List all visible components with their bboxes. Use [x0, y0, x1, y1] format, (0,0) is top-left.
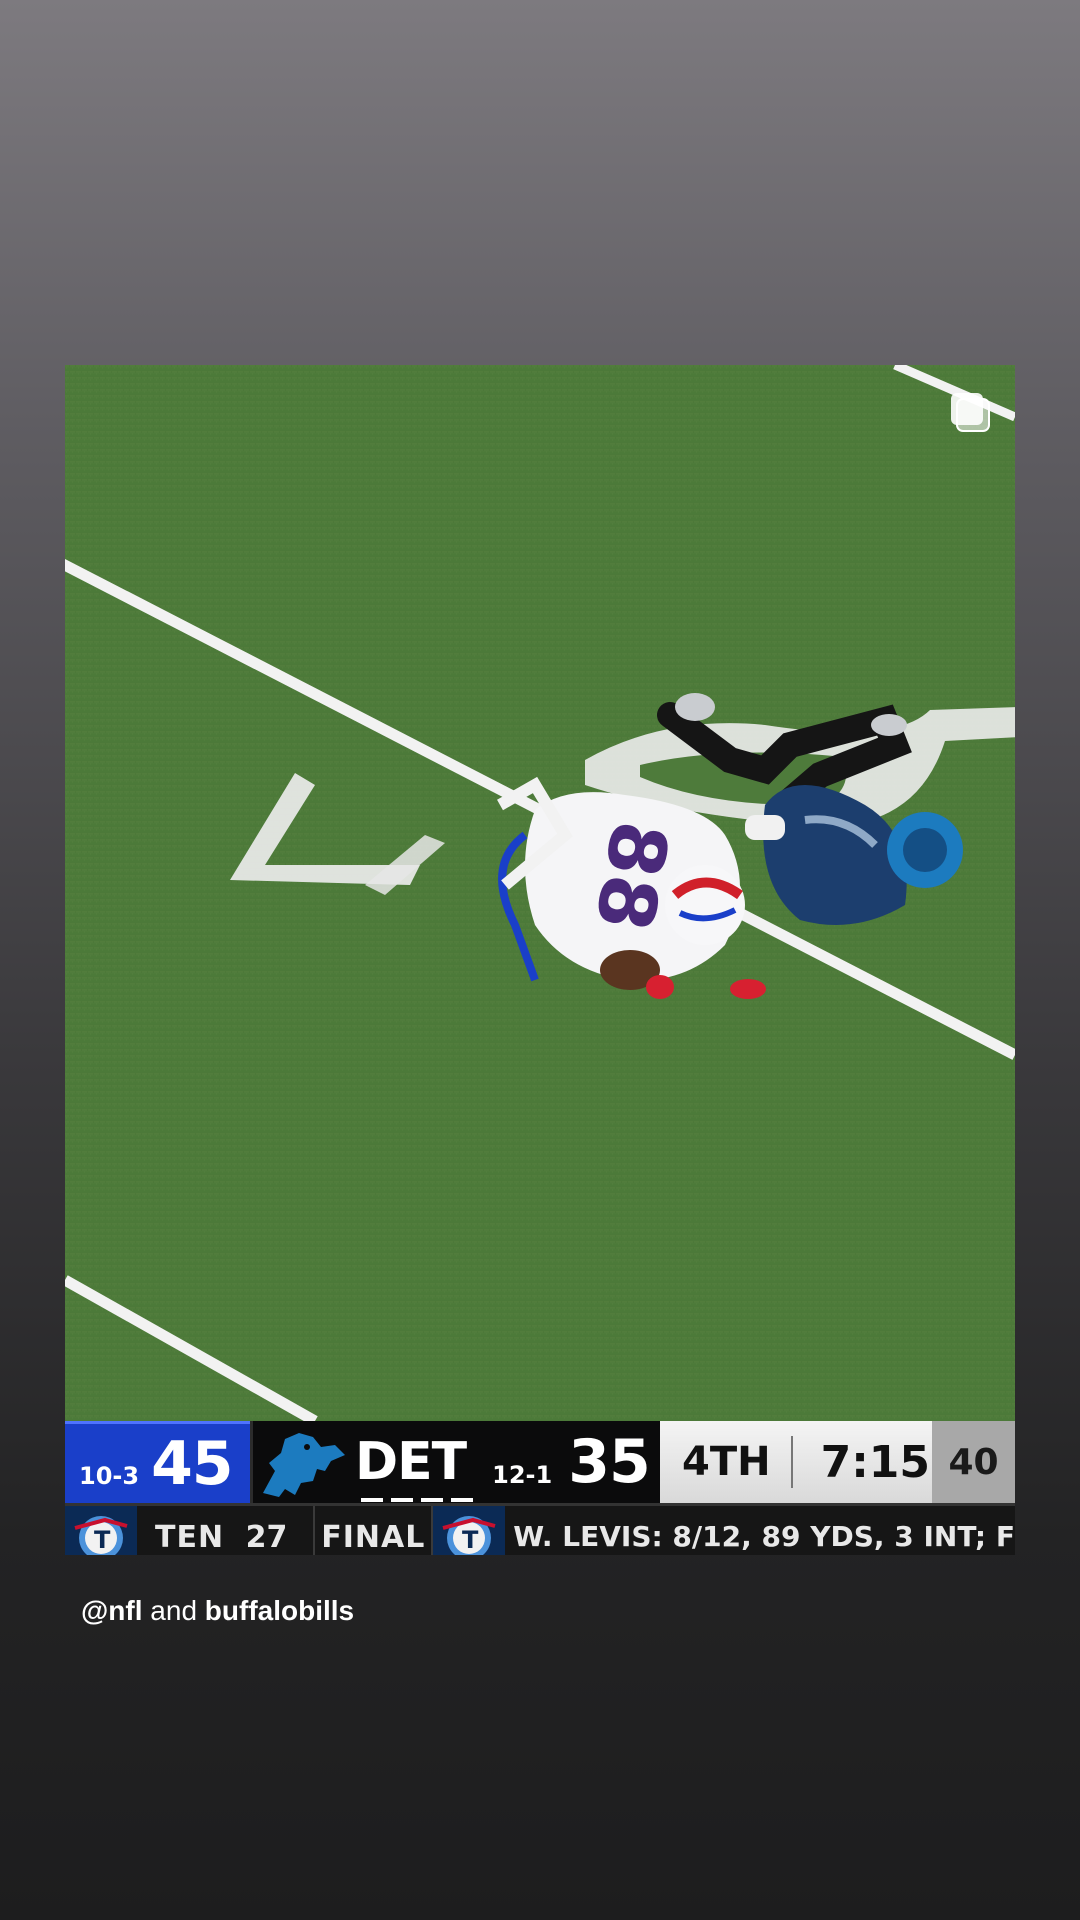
- titans-logo-icon: T: [65, 1506, 137, 1555]
- game-clock: 7:15: [820, 1436, 931, 1488]
- game-clock-panel: 4TH 7:15: [660, 1421, 932, 1503]
- away-score: 45: [151, 1428, 233, 1499]
- play-clock: 40: [932, 1421, 1015, 1503]
- caption-connector: and: [150, 1595, 198, 1626]
- home-team-panel: DET 12-1 35: [250, 1421, 660, 1503]
- scoreboard: 10-3 45 DET 12-1 35 4TH 7:15 40: [65, 1421, 1015, 1503]
- quarter: 4TH: [682, 1439, 771, 1485]
- away-team-panel: 10-3 45: [65, 1421, 250, 1503]
- football-field-image: 88: [65, 365, 1015, 1421]
- svg-text:T: T: [462, 1526, 479, 1554]
- ticker-team: TEN: [155, 1520, 225, 1555]
- mention-buffalobills[interactable]: buffalobills: [205, 1595, 354, 1626]
- titans-logo-icon: T: [433, 1506, 506, 1555]
- svg-text:T: T: [94, 1526, 111, 1554]
- carousel-multiple-icon[interactable]: [949, 391, 991, 433]
- clock-divider: [790, 1436, 793, 1488]
- lions-logo-icon: [263, 1433, 345, 1497]
- ticker-score: 27: [245, 1520, 288, 1555]
- ticker-status: FINAL: [313, 1506, 434, 1555]
- mention-nfl[interactable]: @nfl: [81, 1595, 143, 1626]
- home-record: 12-1: [492, 1461, 553, 1489]
- score-ticker: T TEN 27 FINAL T W. LEVIS: 8/12, 89 YDS,…: [65, 1503, 1015, 1555]
- home-score: 35: [568, 1427, 650, 1497]
- story-caption: @nfl and buffalobills: [81, 1595, 354, 1627]
- story-post-media[interactable]: 88 10-3 45 DET 12-1 35 4TH 7:15 40 T TEN…: [65, 365, 1015, 1555]
- ticker-stat-line: W. LEVIS: 8/12, 89 YDS, 3 INT; F: [513, 1520, 1015, 1553]
- home-team-abbr: DET: [355, 1432, 479, 1502]
- away-record: 10-3: [79, 1461, 140, 1490]
